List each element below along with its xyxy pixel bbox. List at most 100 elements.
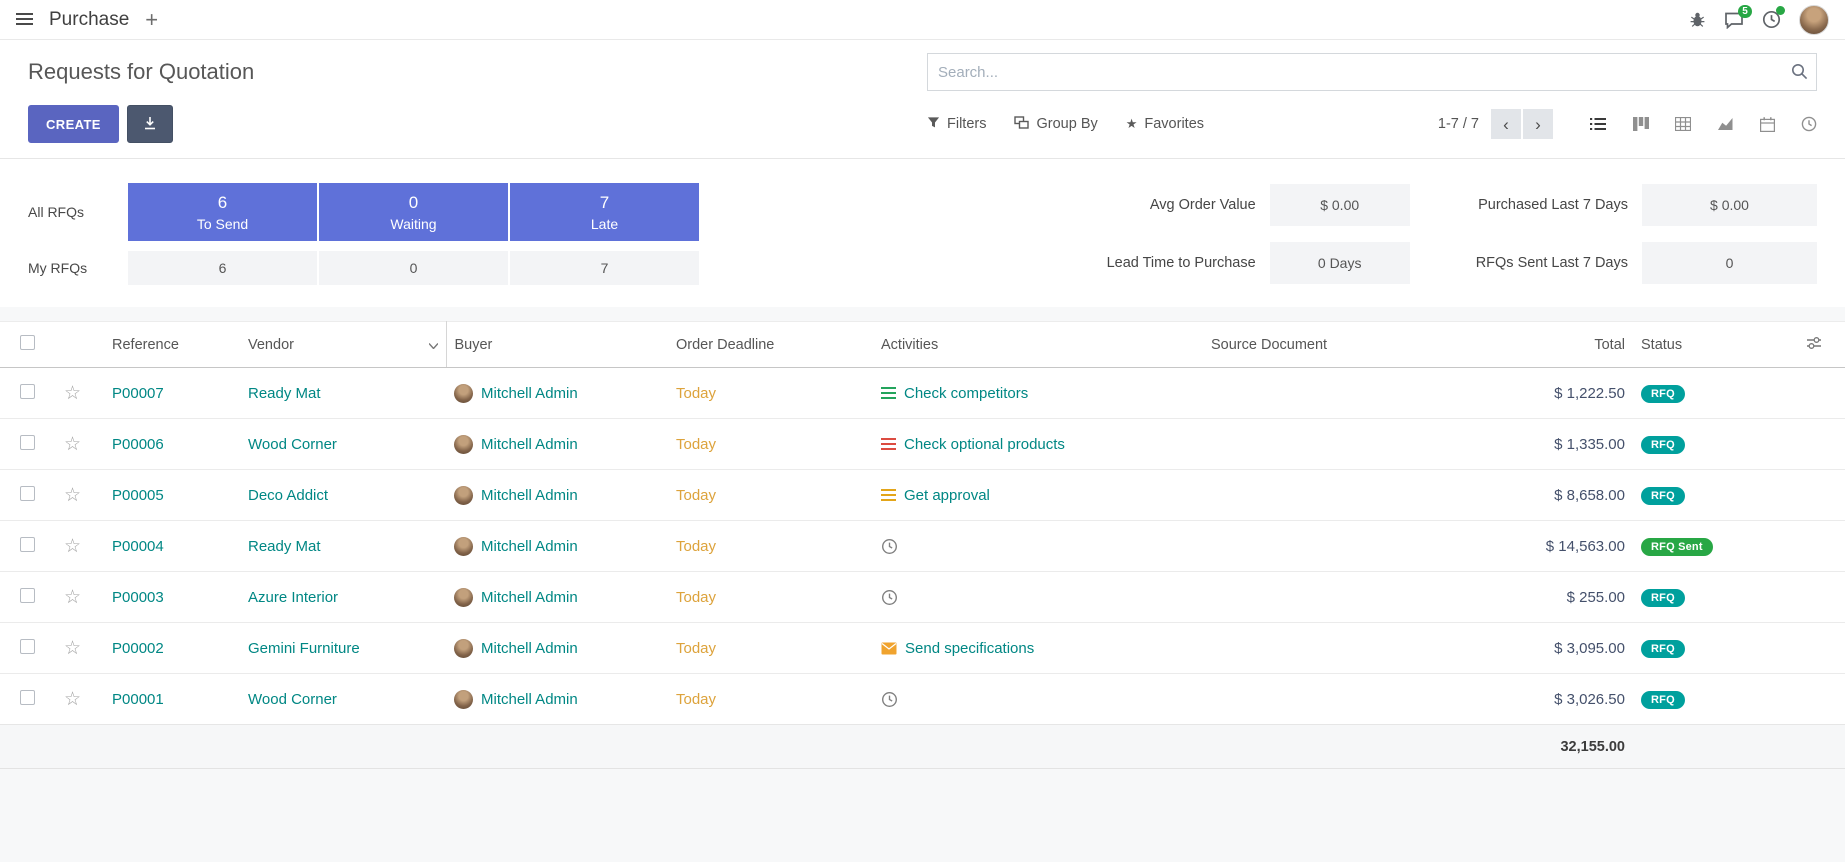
header-vendor[interactable]: Vendor bbox=[240, 322, 446, 368]
buyer-link[interactable]: Mitchell Admin bbox=[481, 436, 578, 453]
table-row[interactable]: ☆ P00007 Ready Mat Mitchell Admin Today … bbox=[0, 368, 1845, 419]
buyer-link[interactable]: Mitchell Admin bbox=[481, 691, 578, 708]
vendor-name[interactable]: Wood Corner bbox=[248, 436, 337, 453]
search-icon[interactable] bbox=[1791, 63, 1808, 84]
table-row[interactable]: ☆ P00002 Gemini Furniture Mitchell Admin… bbox=[0, 623, 1845, 674]
favorite-star-icon[interactable]: ☆ bbox=[64, 485, 81, 506]
buyer-avatar bbox=[454, 690, 473, 709]
create-button[interactable]: CREATE bbox=[28, 105, 119, 143]
reference-link[interactable]: P00004 bbox=[112, 538, 164, 555]
plus-icon[interactable]: + bbox=[145, 9, 158, 31]
activity-email-icon[interactable] bbox=[881, 642, 897, 655]
favorites-button[interactable]: ★ Favorites bbox=[1126, 116, 1204, 133]
vendor-name[interactable]: Deco Addict bbox=[248, 487, 328, 504]
buyer-avatar bbox=[454, 435, 473, 454]
row-checkbox[interactable] bbox=[20, 384, 35, 399]
pager-next-button[interactable]: › bbox=[1523, 109, 1553, 139]
header-buyer[interactable]: Buyer bbox=[446, 322, 668, 368]
activity-link[interactable]: Send specifications bbox=[905, 640, 1034, 657]
reference-link[interactable]: P00002 bbox=[112, 640, 164, 657]
tile-waiting[interactable]: 0 Waiting bbox=[319, 183, 508, 241]
filter-funnel-icon bbox=[927, 116, 940, 133]
reference-link[interactable]: P00007 bbox=[112, 385, 164, 402]
header-reference[interactable]: Reference bbox=[104, 322, 240, 368]
favorite-star-icon[interactable]: ☆ bbox=[64, 638, 81, 659]
filters-button[interactable]: Filters bbox=[927, 116, 986, 133]
debug-bug-icon[interactable] bbox=[1689, 11, 1706, 28]
buyer-link[interactable]: Mitchell Admin bbox=[481, 640, 578, 657]
activity-clock-icon[interactable] bbox=[881, 589, 898, 606]
my-late[interactable]: 7 bbox=[510, 251, 699, 285]
tile-to-send[interactable]: 6 To Send bbox=[128, 183, 317, 241]
activity-clock-icon[interactable] bbox=[881, 691, 898, 708]
table-row[interactable]: ☆ P00006 Wood Corner Mitchell Admin Toda… bbox=[0, 419, 1845, 470]
favorite-star-icon[interactable]: ☆ bbox=[64, 434, 81, 455]
activities-clock-icon[interactable] bbox=[1762, 10, 1781, 29]
export-button[interactable] bbox=[127, 105, 173, 143]
activity-tasks-icon[interactable] bbox=[881, 387, 896, 400]
row-checkbox[interactable] bbox=[20, 435, 35, 450]
favorite-star-icon[interactable]: ☆ bbox=[64, 536, 81, 557]
messages-icon[interactable]: 5 bbox=[1724, 11, 1744, 29]
list-view-icon[interactable] bbox=[1589, 117, 1607, 131]
activity-tasks-icon[interactable] bbox=[881, 438, 896, 451]
kanban-view-icon[interactable] bbox=[1633, 117, 1649, 131]
reference-link[interactable]: P00006 bbox=[112, 436, 164, 453]
favorite-star-icon[interactable]: ☆ bbox=[64, 587, 81, 608]
user-avatar[interactable] bbox=[1799, 5, 1829, 35]
row-checkbox[interactable] bbox=[20, 639, 35, 654]
tile-late[interactable]: 7 Late bbox=[510, 183, 699, 241]
my-waiting[interactable]: 0 bbox=[319, 251, 508, 285]
row-checkbox[interactable] bbox=[20, 537, 35, 552]
table-row[interactable]: ☆ P00003 Azure Interior Mitchell Admin T… bbox=[0, 572, 1845, 623]
header-source-document[interactable]: Source Document bbox=[1203, 322, 1468, 368]
optional-columns-icon[interactable] bbox=[1806, 338, 1822, 354]
header-order-deadline[interactable]: Order Deadline bbox=[668, 322, 873, 368]
header-status[interactable]: Status bbox=[1633, 322, 1783, 368]
table-row[interactable]: ☆ P00001 Wood Corner Mitchell Admin Toda… bbox=[0, 674, 1845, 725]
table-row[interactable]: ☆ P00005 Deco Addict Mitchell Admin Toda… bbox=[0, 470, 1845, 521]
row-checkbox[interactable] bbox=[20, 486, 35, 501]
search-box[interactable] bbox=[927, 53, 1817, 91]
total-amount: $ 3,026.50 bbox=[1554, 691, 1625, 708]
app-name[interactable]: Purchase bbox=[49, 9, 129, 31]
buyer-link[interactable]: Mitchell Admin bbox=[481, 538, 578, 555]
activity-clock-icon[interactable] bbox=[881, 538, 898, 555]
vendor-name[interactable]: Azure Interior bbox=[248, 589, 338, 606]
lead-time-value: 0 Days bbox=[1270, 242, 1410, 284]
buyer-link[interactable]: Mitchell Admin bbox=[481, 589, 578, 606]
apps-menu-icon[interactable] bbox=[16, 13, 33, 26]
graph-view-icon[interactable] bbox=[1717, 117, 1734, 131]
buyer-link[interactable]: Mitchell Admin bbox=[481, 385, 578, 402]
vendor-name[interactable]: Ready Mat bbox=[248, 385, 321, 402]
activity-view-icon[interactable] bbox=[1801, 116, 1817, 132]
calendar-view-icon[interactable] bbox=[1760, 117, 1775, 132]
group-by-icon bbox=[1014, 116, 1029, 133]
row-checkbox[interactable] bbox=[20, 690, 35, 705]
favorite-star-icon[interactable]: ☆ bbox=[64, 383, 81, 404]
header-activities[interactable]: Activities bbox=[873, 322, 1203, 368]
group-by-button[interactable]: Group By bbox=[1014, 116, 1097, 133]
buyer-link[interactable]: Mitchell Admin bbox=[481, 487, 578, 504]
purchased-last-7-days: $ 0.00 bbox=[1642, 184, 1817, 226]
reference-link[interactable]: P00001 bbox=[112, 691, 164, 708]
reference-link[interactable]: P00005 bbox=[112, 487, 164, 504]
select-all-checkbox[interactable] bbox=[20, 335, 35, 350]
vendor-name[interactable]: Gemini Furniture bbox=[248, 640, 360, 657]
activity-link[interactable]: Check optional products bbox=[904, 436, 1065, 453]
reference-link[interactable]: P00003 bbox=[112, 589, 164, 606]
vendor-name[interactable]: Ready Mat bbox=[248, 538, 321, 555]
my-to-send[interactable]: 6 bbox=[128, 251, 317, 285]
vendor-name[interactable]: Wood Corner bbox=[248, 691, 337, 708]
header-total[interactable]: Total bbox=[1468, 322, 1633, 368]
table-row[interactable]: ☆ P00004 Ready Mat Mitchell Admin Today … bbox=[0, 521, 1845, 572]
activity-link[interactable]: Check competitors bbox=[904, 385, 1028, 402]
pager-previous-button[interactable]: ‹ bbox=[1491, 109, 1521, 139]
to-send-count: 6 bbox=[218, 193, 227, 213]
activity-link[interactable]: Get approval bbox=[904, 487, 990, 504]
activity-tasks-icon[interactable] bbox=[881, 489, 896, 502]
pivot-view-icon[interactable] bbox=[1675, 117, 1691, 131]
favorite-star-icon[interactable]: ☆ bbox=[64, 689, 81, 710]
row-checkbox[interactable] bbox=[20, 588, 35, 603]
search-input[interactable] bbox=[927, 53, 1817, 91]
